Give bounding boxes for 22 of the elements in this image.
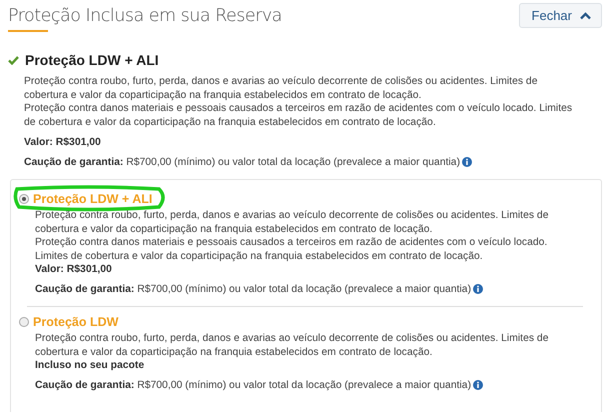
price-text: Valor: R$301,00 bbox=[24, 136, 102, 150]
radio-button[interactable] bbox=[19, 317, 29, 327]
page-title: Proteção Inclusa em sua Reserva bbox=[8, 5, 282, 28]
option-title[interactable]: Proteção LDW bbox=[33, 315, 118, 329]
radio-button[interactable] bbox=[19, 194, 29, 204]
description-text: Proteção contra danos materiais e pessoais causados a terceiros em razão de acidentes com o veículo locado. Limites de cobertura e valor da coparticipação na franquia estabelecidos em contrato de locação. bbox=[24, 102, 574, 129]
description-text: Proteção contra roubo, furto, perda, danos e avarias ao veículo decorrente de colisões ou acidentes. Limites de cobertura e valor da coparticipação na franquia estabelecidos em contrato de locação. bbox=[35, 332, 550, 359]
close-button[interactable]: Fechar bbox=[518, 3, 602, 28]
info-icon[interactable] bbox=[473, 284, 484, 294]
info-icon[interactable] bbox=[462, 157, 472, 168]
description-text: Proteção contra roubo, furto, perda, danos e avarias ao veículo decorrente de colisões ou acidentes. Limites de cobertura e valor da coparticipação na franquia estabelecidos em contrato de locação. bbox=[35, 209, 550, 236]
deposit-text: Caução de garantia: R$700,00 (mínimo) ou valor total da locação (prevalece a maior quantia) bbox=[35, 282, 472, 296]
protection-title: Proteção LDW + ALI bbox=[25, 52, 159, 68]
price-text: Incluso no seu pacote bbox=[35, 359, 146, 372]
check-icon bbox=[8, 56, 19, 64]
deposit-text: Caução de garantia: R$700,00 (mínimo) ou valor total da locação (prevalece a maior quantia) bbox=[35, 378, 472, 392]
description-text: Proteção contra roubo, furto, perda, danos e avarias ao veículo decorrente de colisões ou acidentes. Limites de cobertura e valor da coparticipação na franquia estabelecidos em contrato de locação. bbox=[24, 75, 538, 102]
info-icon[interactable] bbox=[473, 380, 484, 390]
price-text: Valor: R$301,00 bbox=[35, 263, 113, 276]
chevron-up-icon bbox=[580, 12, 591, 20]
deposit-text: Caução de garantia: R$700,00 (mínimo) ou valor total da locação (prevalece a maior quantia) bbox=[24, 156, 460, 169]
description-text: Proteção contra danos materiais e pessoais causados a terceiros em razão de acidentes com o veículo locado. Limites de cobertura e valor da coparticipação na franquia estabelecidos em contrato de locação. bbox=[35, 236, 548, 263]
